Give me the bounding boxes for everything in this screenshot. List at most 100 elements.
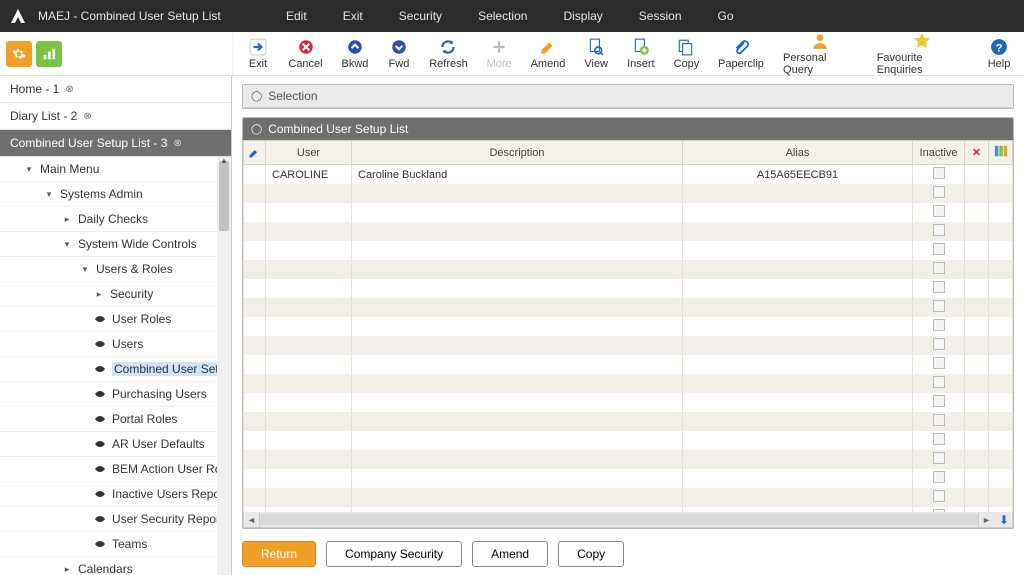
col-config[interactable] bbox=[989, 141, 1013, 165]
tree-item[interactable]: ▸Calendars bbox=[0, 557, 231, 575]
leaf-icon bbox=[94, 489, 106, 499]
menu-go[interactable]: Go bbox=[700, 9, 752, 23]
tool-insert[interactable]: Insert bbox=[618, 36, 665, 72]
tree-item[interactable]: User Security Report bbox=[0, 507, 231, 532]
inactive-checkbox[interactable] bbox=[933, 281, 945, 293]
menu-session[interactable]: Session bbox=[621, 9, 700, 23]
col-description[interactable]: Description bbox=[352, 141, 683, 165]
tool-label: Bkwd bbox=[342, 58, 369, 70]
grid-hscroll[interactable]: ◄ ► ⬇ bbox=[243, 512, 1013, 528]
export-icon[interactable]: ⬇ bbox=[996, 512, 1012, 527]
tool-refresh[interactable]: Refresh bbox=[420, 36, 477, 72]
table-row-empty bbox=[244, 450, 1013, 469]
inactive-checkbox[interactable] bbox=[933, 300, 945, 312]
leaf-icon bbox=[94, 339, 106, 349]
tool-exit[interactable]: Exit bbox=[237, 36, 279, 72]
inactive-checkbox[interactable] bbox=[933, 490, 945, 502]
window-title: MAEJ - Combined User Setup List bbox=[38, 9, 238, 23]
tree-item[interactable]: AR User Defaults bbox=[0, 432, 231, 457]
nav-tree: ▾Main Menu▾Systems Admin▸Daily Checks▾Sy… bbox=[0, 157, 231, 575]
close-icon[interactable] bbox=[173, 138, 181, 149]
tree-scrollbar[interactable]: ▲ bbox=[217, 157, 231, 575]
tree-item[interactable]: Portal Roles bbox=[0, 407, 231, 432]
tool-paperclip[interactable]: Paperclip bbox=[709, 36, 773, 72]
tree-item-label: System Wide Controls bbox=[78, 237, 197, 251]
tool-personal-query[interactable]: Personal Query bbox=[773, 30, 867, 78]
tool-bkwd[interactable]: Bkwd bbox=[332, 36, 378, 72]
tree-item[interactable]: Purchasing Users bbox=[0, 382, 231, 407]
tree-item-label: Main Menu bbox=[40, 162, 99, 176]
close-icon[interactable] bbox=[83, 111, 91, 122]
settings-button[interactable] bbox=[6, 41, 32, 67]
breadcrumb[interactable]: Diary List - 2 bbox=[0, 103, 231, 130]
tree-item[interactable]: Combined User Setup bbox=[0, 357, 231, 382]
tool-label: Help bbox=[988, 58, 1011, 70]
tree-item-label: Teams bbox=[112, 537, 147, 551]
tree-item[interactable]: User Roles bbox=[0, 307, 231, 332]
doc-copy-icon bbox=[677, 38, 695, 56]
tool-help[interactable]: ?Help bbox=[978, 36, 1020, 72]
tree-item[interactable]: Inactive Users Report bbox=[0, 482, 231, 507]
copy-button[interactable]: Copy bbox=[558, 541, 624, 567]
table-row-empty bbox=[244, 222, 1013, 241]
inactive-checkbox[interactable] bbox=[933, 357, 945, 369]
list-panel-header[interactable]: ◯ Combined User Setup List bbox=[243, 118, 1013, 140]
inactive-checkbox[interactable] bbox=[933, 376, 945, 388]
tool-fwd[interactable]: Fwd bbox=[378, 36, 420, 72]
col-inactive[interactable]: Inactive bbox=[913, 141, 965, 165]
return-button[interactable]: Return bbox=[242, 541, 316, 567]
tool-cancel[interactable]: Cancel bbox=[279, 36, 332, 72]
chart-button[interactable] bbox=[36, 41, 62, 67]
col-edit-icon[interactable] bbox=[244, 141, 266, 165]
tree-item[interactable]: BEM Action User Roles bbox=[0, 457, 231, 482]
menu-security[interactable]: Security bbox=[381, 9, 460, 23]
col-alias[interactable]: Alias bbox=[683, 141, 913, 165]
inactive-checkbox[interactable] bbox=[933, 395, 945, 407]
tree-item[interactable]: Users bbox=[0, 332, 231, 357]
tree-item[interactable]: ▾Main Menu bbox=[0, 157, 231, 182]
tree-item-label: BEM Action User Roles bbox=[112, 462, 231, 476]
menu-edit[interactable]: Edit bbox=[268, 9, 325, 23]
inactive-checkbox[interactable] bbox=[933, 262, 945, 274]
inactive-checkbox[interactable] bbox=[933, 186, 945, 198]
tool-favourite[interactable]: Favourite Enquiries bbox=[867, 30, 978, 78]
company-security-button[interactable]: Company Security bbox=[326, 541, 462, 567]
inactive-checkbox[interactable] bbox=[933, 205, 945, 217]
tree-item[interactable]: ▸Daily Checks bbox=[0, 207, 231, 232]
data-grid[interactable]: User Description Alias Inactive ✕ CAROLI… bbox=[243, 140, 1013, 512]
inactive-checkbox[interactable] bbox=[933, 433, 945, 445]
inactive-checkbox[interactable] bbox=[933, 319, 945, 331]
inactive-checkbox[interactable] bbox=[933, 224, 945, 236]
inactive-checkbox[interactable] bbox=[933, 167, 945, 179]
breadcrumb[interactable]: Combined User Setup List - 3 bbox=[0, 130, 231, 157]
tree-item[interactable]: ▾Users & Roles bbox=[0, 257, 231, 282]
tree-item[interactable]: ▾System Wide Controls bbox=[0, 232, 231, 257]
tree-item[interactable]: ▸Security bbox=[0, 282, 231, 307]
menu-display[interactable]: Display bbox=[545, 9, 620, 23]
table-row-empty bbox=[244, 317, 1013, 336]
inactive-checkbox[interactable] bbox=[933, 414, 945, 426]
breadcrumb[interactable]: Home - 1 bbox=[0, 76, 231, 103]
scroll-left-icon[interactable]: ◄ bbox=[244, 512, 260, 527]
leaf-icon bbox=[94, 414, 106, 424]
col-delete[interactable]: ✕ bbox=[965, 141, 989, 165]
inactive-checkbox[interactable] bbox=[933, 338, 945, 350]
close-icon[interactable] bbox=[65, 84, 73, 95]
refresh-icon bbox=[439, 38, 457, 56]
tool-amend[interactable]: Amend bbox=[521, 36, 575, 72]
tool-view[interactable]: View bbox=[575, 36, 618, 72]
col-user[interactable]: User bbox=[266, 141, 352, 165]
menu-selection[interactable]: Selection bbox=[460, 9, 545, 23]
tree-item[interactable]: Teams bbox=[0, 532, 231, 557]
inactive-checkbox[interactable] bbox=[933, 243, 945, 255]
table-row[interactable]: CAROLINECaroline BucklandA15A65EECB91 bbox=[244, 165, 1013, 185]
amend-button[interactable]: Amend bbox=[472, 541, 548, 567]
menu-exit[interactable]: Exit bbox=[325, 9, 381, 23]
inactive-checkbox[interactable] bbox=[933, 452, 945, 464]
arrow-right-icon bbox=[249, 38, 267, 56]
tool-copy[interactable]: Copy bbox=[664, 36, 709, 72]
tree-item[interactable]: ▾Systems Admin bbox=[0, 182, 231, 207]
selection-panel-header[interactable]: ◯ Selection bbox=[243, 85, 1013, 108]
inactive-checkbox[interactable] bbox=[933, 471, 945, 483]
scroll-right-icon[interactable]: ► bbox=[978, 512, 994, 527]
